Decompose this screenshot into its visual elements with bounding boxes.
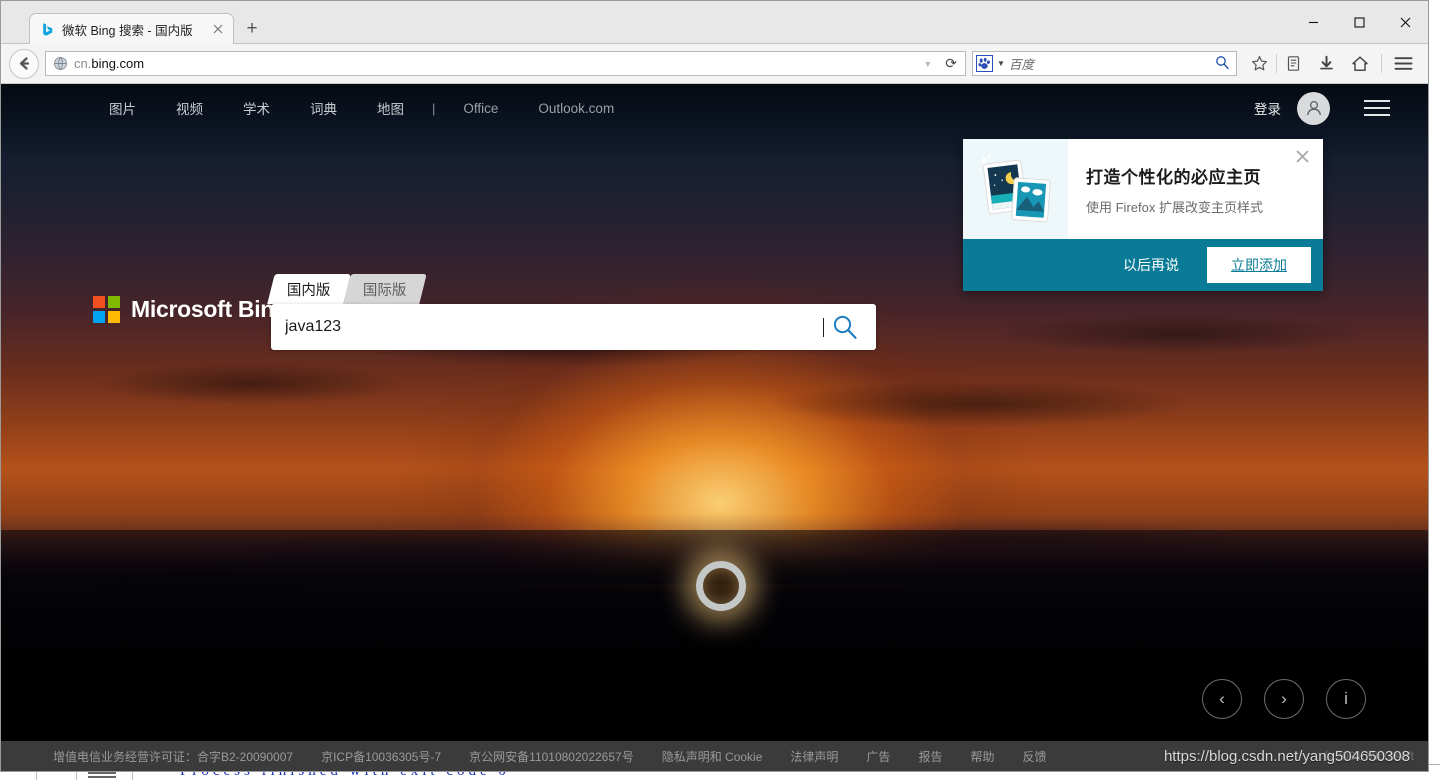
tab-international[interactable]: 国际版 [342,274,426,304]
bing-search-scope-tabs: 国内版 国际版 [267,274,876,304]
close-icon[interactable] [209,20,227,38]
chevron-down-icon[interactable]: ▼ [920,59,935,69]
bing-nav-office[interactable]: Office [443,101,518,116]
library-icon[interactable] [1277,49,1310,79]
tab-international-label: 国际版 [362,282,407,299]
footer-link-police-record[interactable]: 京公网安备11010802022657号 [469,748,634,765]
bing-b-icon [40,22,55,37]
background-image-controls: ‹ › i [1202,679,1366,719]
bing-nav-dictionary[interactable]: 词典 [290,98,357,118]
image-info-button[interactable]: i [1326,679,1366,719]
background-window-icon [88,772,116,774]
bing-search-widget: 国内版 国际版 [267,274,876,350]
browser-tab-title: 微软 Bing 搜索 - 国内版 [62,23,193,38]
firefox-window: 微软 Bing 搜索 - 国内版 + cn.bing.com ▼ ⟳ ▼ 百度 … [0,0,1429,772]
annular-eclipse-ring [696,561,746,611]
bing-nav-maps[interactable]: 地图 [357,98,424,118]
notification-actions: 以后再说 立即添加 [963,239,1323,291]
minimize-icon[interactable] [1290,1,1336,44]
footer-link-help[interactable]: 帮助 [970,748,994,765]
tab-domestic-label: 国内版 [287,282,331,299]
add-now-button[interactable]: 立即添加 [1207,247,1311,283]
user-avatar-icon[interactable] [1297,91,1330,125]
previous-image-button[interactable]: ‹ [1202,679,1242,719]
footer-link-report[interactable]: 报告 [918,748,942,765]
browser-tab-bing[interactable]: 微软 Bing 搜索 - 国内版 [29,13,234,44]
toolbar-icons [1243,49,1420,79]
notification-body: 打造个性化的必应主页 使用 Firefox 扩展改变主页样式 [963,139,1323,239]
photo-cards-icon [963,139,1068,239]
notification-text: 打造个性化的必应主页 使用 Firefox 扩展改变主页样式 [1068,153,1307,221]
new-tab-button[interactable]: + [241,19,263,41]
search-input[interactable] [285,318,824,336]
bing-nav-outlook[interactable]: Outlook.com [518,101,634,116]
url-domain: bing.com [91,56,145,71]
bing-logo-text: Microsoft Bing [131,296,288,322]
downloads-icon[interactable] [1310,49,1343,79]
bing-homepage: 图片 视频 学术 词典 地图 | Office Outlook.com 登录 M… [1,84,1428,771]
baidu-paw-icon[interactable] [976,55,993,72]
bing-nav-videos[interactable]: 视频 [156,98,223,118]
close-icon[interactable] [1382,1,1428,44]
reload-icon[interactable]: ⟳ [941,55,961,72]
microsoft-logo-icon [93,296,120,323]
home-icon[interactable] [1343,49,1376,79]
search-magnifier-icon[interactable] [824,306,866,348]
microsoft-bing-logo: Microsoft Bing [93,296,288,323]
bing-search-box[interactable] [271,304,876,350]
search-icon[interactable] [1215,55,1232,73]
footer-link-feedback[interactable]: 反馈 [1022,748,1046,765]
browser-search-bar[interactable]: ▼ 百度 [972,51,1237,76]
firefox-extension-notification: 打造个性化的必应主页 使用 Firefox 扩展改变主页样式 以后再说 立即添加 [963,139,1323,291]
notification-title: 打造个性化的必应主页 [1086,168,1261,187]
tab-domestic[interactable]: 国内版 [267,274,351,304]
desktop-background: P E Process finished with exit code 0 微软… [0,0,1440,780]
maximize-icon[interactable] [1336,1,1382,44]
navigation-toolbar: cn.bing.com ▼ ⟳ ▼ 百度 [1,44,1428,84]
footer-link-legal[interactable]: 法律声明 [790,748,838,765]
url-text: cn.bing.com [74,56,914,71]
background-window-icon [88,776,116,778]
chevron-down-icon[interactable]: ▼ [997,59,1005,68]
dismiss-button[interactable]: 以后再说 [1109,249,1193,281]
footer-link-icp-license[interactable]: 增值电信业务经营许可证：合字B2-20090007 [53,748,293,765]
next-image-button[interactable]: › [1264,679,1304,719]
hamburger-menu-icon[interactable] [1364,100,1390,116]
bookmark-star-icon[interactable] [1243,49,1276,79]
bing-nav-academic[interactable]: 学术 [223,98,290,118]
bing-header-right: 登录 [1254,91,1404,125]
url-subdomain: cn. [74,56,92,71]
footer-link-privacy[interactable]: 隐私声明和 Cookie [662,748,763,765]
browser-search-placeholder: 百度 [1008,58,1034,72]
window-controls [1290,1,1428,44]
page-footer: 增值电信业务经营许可证：合字B2-20090007 京ICP备10036305号… [1,741,1428,771]
toolbar-divider [1381,54,1382,73]
footer-link-icp-record[interactable]: 京ICP备10036305号-7 [321,748,441,765]
bing-top-navigation: 图片 视频 学术 词典 地图 | Office Outlook.com 登录 [1,84,1428,132]
bing-nav-separator: | [432,100,436,116]
csdn-watermark: https://blog.csdn.net/yang504650308 [1163,748,1410,765]
notification-subtitle: 使用 Firefox 扩展改变主页样式 [1086,200,1263,215]
sign-in-link[interactable]: 登录 [1254,98,1281,118]
back-arrow-icon[interactable] [9,48,39,79]
tab-strip: 微软 Bing 搜索 - 国内版 + [1,1,1428,44]
close-icon[interactable] [1291,145,1313,167]
menu-hamburger-icon[interactable] [1387,49,1420,79]
bing-nav-images[interactable]: 图片 [89,98,156,118]
url-address-bar[interactable]: cn.bing.com ▼ ⟳ [45,51,966,76]
footer-link-advertise[interactable]: 广告 [866,748,890,765]
globe-icon [53,56,68,71]
footer-copyright: © 2021 Microsoft https://blog.csdn.net/y… [1164,748,1414,765]
